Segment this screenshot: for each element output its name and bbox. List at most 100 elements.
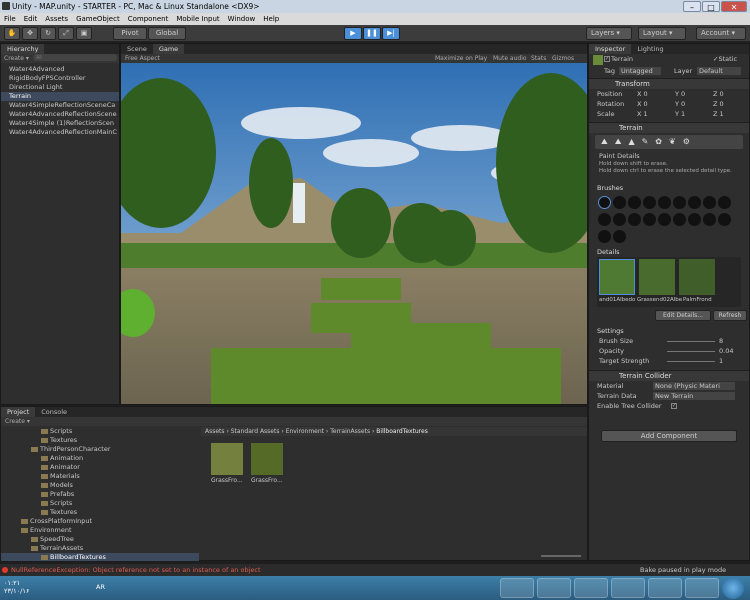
brush-item[interactable]	[598, 230, 611, 243]
breadcrumb-item[interactable]: Assets	[205, 428, 225, 435]
layout-dropdown[interactable]: Layout ▾	[638, 27, 686, 40]
target-strength-field[interactable]: 1	[719, 356, 723, 366]
brush-item[interactable]	[703, 213, 716, 226]
hand-tool-button[interactable]: ✋	[4, 27, 20, 40]
move-tool-button[interactable]: ✥	[22, 27, 38, 40]
menu-gameobject[interactable]: GameObject	[72, 13, 124, 25]
brush-item[interactable]	[598, 213, 611, 226]
brush-item[interactable]	[598, 196, 611, 209]
brush-item[interactable]	[673, 196, 686, 209]
position-x-field[interactable]: 0	[644, 90, 648, 98]
account-dropdown[interactable]: Account ▾	[696, 27, 746, 40]
hierarchy-item-selected[interactable]: Terrain	[1, 92, 119, 101]
opacity-field[interactable]: 0.04	[719, 346, 733, 356]
stats-toggle[interactable]: Stats	[531, 54, 546, 63]
enable-tree-checkbox[interactable]: ✓	[671, 403, 677, 409]
terrain-component-header[interactable]: Terrain	[589, 122, 749, 133]
static-toggle[interactable]: ✓Static	[713, 54, 737, 64]
menu-file[interactable]: File	[0, 13, 20, 25]
brush-item[interactable]	[613, 213, 626, 226]
active-checkbox[interactable]: ✓	[604, 56, 610, 62]
tree-item[interactable]: Environment	[1, 526, 199, 535]
hierarchy-search-input[interactable]	[33, 54, 117, 61]
asset-thumbnail[interactable]	[251, 443, 283, 475]
collider-material-field[interactable]: None (Physic Materi	[653, 382, 735, 390]
hierarchy-item[interactable]: RigidBodyFPSController	[1, 74, 119, 83]
brush-size-slider[interactable]	[667, 341, 715, 342]
rotation-y-field[interactable]: 0	[681, 100, 685, 108]
tree-item[interactable]: Animator	[1, 463, 199, 472]
clock[interactable]: ۰۱:۲۱ ۲۳/۱۰/۱۶	[4, 579, 29, 595]
tree-item[interactable]: Scripts	[1, 427, 199, 436]
brush-item[interactable]	[688, 196, 701, 209]
layer-dropdown[interactable]: Default	[697, 67, 741, 75]
breadcrumb-item[interactable]: Environment	[286, 428, 324, 435]
taskbar-folder-icon[interactable]	[685, 578, 719, 598]
scale-tool-button[interactable]: ⤢	[58, 27, 74, 40]
brush-item[interactable]	[613, 196, 626, 209]
brush-grid[interactable]	[589, 193, 749, 247]
refresh-button[interactable]: Refresh	[713, 310, 747, 321]
brush-item[interactable]	[628, 196, 641, 209]
tree-item[interactable]: Scripts	[1, 499, 199, 508]
opacity-slider[interactable]	[667, 351, 715, 352]
tree-item[interactable]: CrossPlatformInput	[1, 517, 199, 526]
transform-header[interactable]: Transform	[589, 78, 749, 89]
language-indicator[interactable]: AR	[96, 583, 105, 591]
global-toggle[interactable]: Global	[148, 27, 186, 40]
brush-item[interactable]	[628, 213, 641, 226]
layers-dropdown[interactable]: Layers ▾	[586, 27, 632, 40]
detail-item-selected[interactable]	[599, 259, 635, 295]
brush-item[interactable]	[718, 213, 731, 226]
menu-assets[interactable]: Assets	[41, 13, 72, 25]
tab-scene[interactable]: Scene	[121, 44, 153, 54]
tree-item[interactable]: ThirdPersonCharacter	[1, 445, 199, 454]
add-component-button[interactable]: Add Component	[601, 430, 737, 442]
rotation-z-field[interactable]: 0	[720, 100, 724, 108]
minimize-button[interactable]: –	[683, 1, 701, 12]
pause-button[interactable]: ❚❚	[363, 27, 381, 40]
step-button[interactable]: ▶|	[382, 27, 400, 40]
rotation-x-field[interactable]: 0	[644, 100, 648, 108]
scale-z-field[interactable]: 1	[720, 110, 724, 118]
menu-component[interactable]: Component	[124, 13, 173, 25]
brush-item[interactable]	[688, 213, 701, 226]
pivot-toggle[interactable]: Pivot	[113, 27, 147, 40]
position-y-field[interactable]: 0	[681, 90, 685, 98]
game-render[interactable]	[121, 63, 587, 404]
brush-item[interactable]	[658, 196, 671, 209]
aspect-dropdown[interactable]: Free Aspect	[121, 55, 160, 62]
tree-item[interactable]: SpeedTree	[1, 535, 199, 544]
taskbar-chrome-icon[interactable]	[611, 578, 645, 598]
menu-edit[interactable]: Edit	[20, 13, 42, 25]
hierarchy-item[interactable]: Water4Simple (1)ReflectionScen	[1, 119, 119, 128]
brush-item[interactable]	[673, 213, 686, 226]
maximize-button[interactable]: □	[702, 1, 720, 12]
tab-lighting[interactable]: Lighting	[631, 44, 669, 54]
taskbar-unity-icon[interactable]	[500, 578, 534, 598]
tree-item[interactable]: Textures	[1, 508, 199, 517]
position-z-field[interactable]: 0	[720, 90, 724, 98]
taskbar-app-icon[interactable]	[537, 578, 571, 598]
detail-item[interactable]	[679, 259, 715, 295]
asset-thumbnail[interactable]	[211, 443, 243, 475]
tree-item[interactable]: Models	[1, 481, 199, 490]
brush-item[interactable]	[613, 230, 626, 243]
hierarchy-item[interactable]: Water4SimpleReflectionSceneCa	[1, 101, 119, 110]
tree-item[interactable]: Textures	[1, 436, 199, 445]
hierarchy-item[interactable]: Directional Light	[1, 83, 119, 92]
tree-item[interactable]: Animation	[1, 454, 199, 463]
object-name-field[interactable]: Terrain	[611, 55, 633, 63]
start-button[interactable]	[722, 577, 744, 599]
terrain-collider-header[interactable]: Terrain Collider	[589, 370, 749, 381]
brush-size-field[interactable]: 8	[719, 336, 723, 346]
mute-audio-toggle[interactable]: Mute audio	[493, 54, 527, 63]
taskbar-explorer-icon[interactable]	[574, 578, 608, 598]
terrain-tools-toolbar[interactable]: ⛰⛰▲✎✿❦⚙	[595, 135, 743, 149]
status-error-message[interactable]: NullReferenceException: Object reference…	[11, 564, 261, 576]
breadcrumb-item[interactable]: Standard Assets	[231, 428, 280, 435]
brush-item[interactable]	[643, 196, 656, 209]
menu-window[interactable]: Window	[224, 13, 260, 25]
close-button[interactable]: ✕	[721, 1, 747, 12]
tag-dropdown[interactable]: Untagged	[619, 67, 661, 75]
